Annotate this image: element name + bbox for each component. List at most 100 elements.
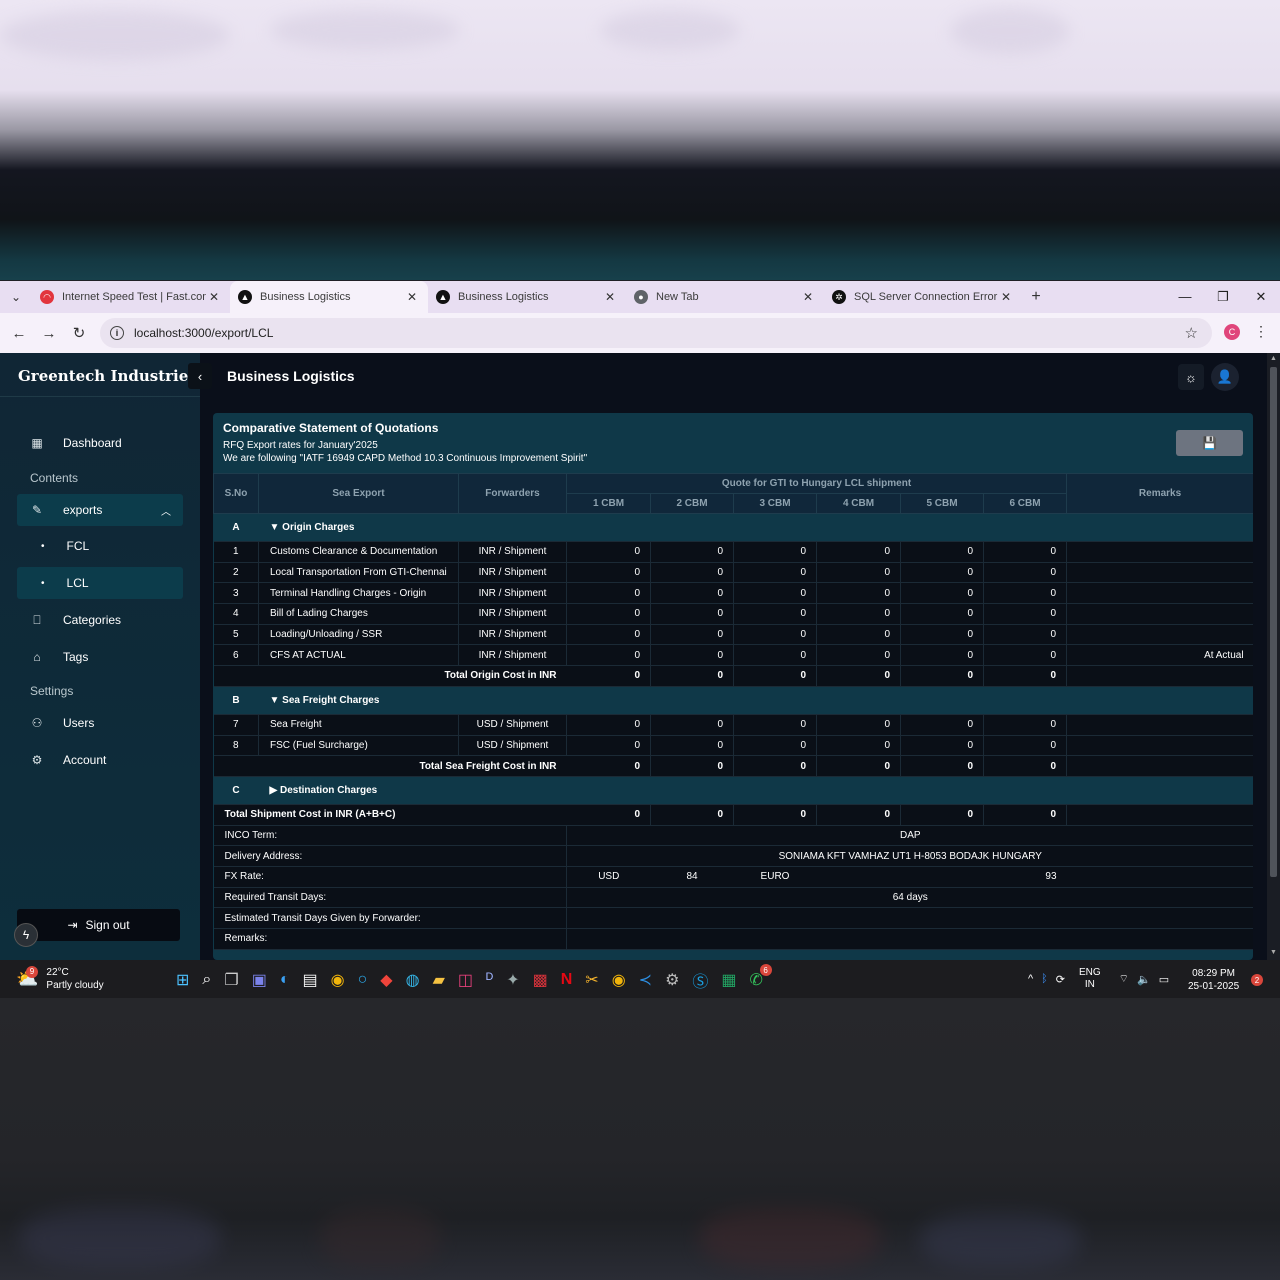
info-value xyxy=(566,928,1253,950)
sidebar-subitem-lcl[interactable]: • LCL xyxy=(17,567,183,599)
total-value: 0 xyxy=(566,755,651,777)
battery-icon[interactable]: ▭ xyxy=(1159,973,1169,986)
sidebar-subitem-fcl[interactable]: • FCL xyxy=(17,530,183,562)
volume-icon[interactable]: 🔈 xyxy=(1137,973,1151,986)
edge-icon[interactable]: ◍ xyxy=(406,970,420,990)
row-sno: 5 xyxy=(213,624,259,646)
triangle-icon: ▲ xyxy=(238,290,252,304)
gaming-icon[interactable]: ✦ xyxy=(506,970,519,990)
address-bar[interactable]: i localhost:3000/export/LCL ☆ xyxy=(100,318,1212,348)
bolt-icon[interactable]: ϟ xyxy=(14,923,38,947)
page-scrollbar[interactable]: ▲ ▼ xyxy=(1267,353,1280,960)
instagram-icon[interactable]: ◫ xyxy=(458,970,473,990)
row-value: 0 xyxy=(650,562,734,584)
sidebar-item-users[interactable]: ⚇ Users xyxy=(17,707,183,739)
row-value: 0 xyxy=(983,562,1068,584)
windows-start-icon[interactable]: ⊞ xyxy=(176,970,189,990)
browser-tab[interactable]: ✲ SQL Server Connection Error ✕ xyxy=(824,281,1022,313)
chrome-icon[interactable]: ◉ xyxy=(331,970,345,990)
bookmark-star-icon[interactable]: ☆ xyxy=(1185,324,1198,342)
bookmark-icon: ⎕ xyxy=(33,612,41,627)
row-value: 0 xyxy=(983,644,1068,667)
search-icon[interactable]: ⌕ xyxy=(202,971,211,989)
whatsapp-icon[interactable]: ✆ 6 xyxy=(750,964,772,990)
language-label[interactable]: ENG xyxy=(1079,967,1101,979)
tab-search-icon[interactable]: ⌄ xyxy=(0,281,32,313)
section-heading-contents: Contents xyxy=(30,471,79,485)
scroll-up-icon[interactable]: ▲ xyxy=(1270,355,1277,362)
edge-beta-icon[interactable]: ◐ xyxy=(280,971,290,989)
scrollbar-thumb[interactable] xyxy=(1270,367,1277,877)
close-icon[interactable]: ✕ xyxy=(998,290,1014,304)
section-letter: C xyxy=(213,776,259,805)
skype-icon[interactable]: Ⓢ xyxy=(692,968,708,992)
table-row: 8 FSC (Fuel Surcharge) USD / Shipment 0 0 0 0 0… xyxy=(213,735,1253,757)
tab-title: Business Logistics xyxy=(458,291,549,303)
weather-widget[interactable]: ⛅ 9 22°C Partly cloudy xyxy=(16,965,104,993)
section-title: ▼ Origin Charges xyxy=(258,513,1253,542)
sync-icon[interactable]: ⟳ xyxy=(1056,973,1065,986)
header-cbm: 4 CBM xyxy=(816,493,901,514)
settings-icon[interactable]: ⚙ xyxy=(665,970,679,990)
close-icon[interactable]: ✕ xyxy=(404,290,420,304)
back-icon[interactable]: ← xyxy=(4,325,34,342)
clock[interactable]: 08:29 PM 25-01-2025 xyxy=(1188,967,1239,993)
anydesk-icon[interactable]: ◆ xyxy=(380,970,392,990)
sidebar-item-label: Dashboard xyxy=(63,436,122,450)
minimize-icon[interactable]: — xyxy=(1166,281,1204,313)
info-value: 64 days xyxy=(566,887,1253,909)
vscode-icon[interactable]: ≺ xyxy=(639,970,652,990)
chat-icon[interactable]: ▣ xyxy=(252,970,267,990)
close-icon[interactable]: ✕ xyxy=(800,290,816,304)
table-row: 4 Bill of Lading Charges INR / Shipment 0 0 0… xyxy=(213,603,1253,625)
blurred-background-top xyxy=(0,0,1280,280)
region-label[interactable]: IN xyxy=(1079,979,1101,991)
maximize-icon[interactable]: ❐ xyxy=(1204,281,1242,313)
close-icon[interactable]: ✕ xyxy=(602,290,618,304)
section-row[interactable]: C ▶ Destination Charges xyxy=(213,776,1253,805)
browser-tab[interactable]: ▲ Business Logistics ✕ xyxy=(428,281,626,313)
chrome-profile-icon[interactable]: ◉ xyxy=(612,970,626,990)
scroll-down-icon[interactable]: ▼ xyxy=(1270,949,1277,956)
save-button[interactable]: 💾 xyxy=(1176,430,1243,456)
task-view-icon[interactable]: ❐ xyxy=(224,970,238,990)
close-icon[interactable]: ✕ xyxy=(206,290,222,304)
fast-icon: ◠ xyxy=(40,290,54,304)
file-explorer-icon[interactable]: ▰ xyxy=(433,970,445,990)
browser-tab[interactable]: ● New Tab ✕ xyxy=(626,281,824,313)
section-row[interactable]: A ▼ Origin Charges xyxy=(213,513,1253,542)
app-red-icon[interactable]: ▩ xyxy=(533,970,548,990)
clock-date: 25-01-2025 xyxy=(1188,981,1240,992)
url-text: localhost:3000/export/LCL xyxy=(134,326,274,340)
sidebar-item-categories[interactable]: ⎕ Categories xyxy=(17,604,183,636)
sidebar-item-tags[interactable]: ⌂ Tags xyxy=(17,641,183,673)
new-tab-button[interactable]: + xyxy=(1022,288,1050,306)
cortana-icon[interactable]: ○ xyxy=(358,971,368,989)
forward-icon[interactable]: → xyxy=(34,325,64,342)
snipping-icon[interactable]: ✂ xyxy=(585,970,598,990)
theme-toggle-button[interactable]: ☼ xyxy=(1178,364,1204,390)
notification-badge[interactable]: 2 xyxy=(1251,974,1263,986)
sidebar-item-account[interactable]: ⚙ Account xyxy=(17,744,183,776)
netflix-icon[interactable]: N xyxy=(561,971,573,989)
chevron-up-icon[interactable]: ^ xyxy=(1028,973,1033,985)
collapse-sidebar-button[interactable]: ‹ xyxy=(188,363,212,389)
close-window-icon[interactable]: ✕ xyxy=(1242,281,1280,313)
sidebar-item-exports[interactable]: ✎ exports ︿ xyxy=(17,494,183,526)
bluetooth-icon[interactable]: ᛒ xyxy=(1041,973,1048,985)
card-subtitle: RFQ Export rates for January'2025 xyxy=(223,440,378,451)
browser-tab[interactable]: ◠ Internet Speed Test | Fast.com ✕ xyxy=(32,281,230,313)
reload-icon[interactable]: ↻ xyxy=(64,324,94,342)
sidebar-item-dashboard[interactable]: ▦ Dashboard xyxy=(17,427,183,459)
profile-avatar[interactable]: C xyxy=(1224,324,1240,340)
site-info-icon[interactable]: i xyxy=(110,326,124,340)
wifi-icon[interactable]: ⌔ xyxy=(1119,972,1129,986)
store-icon[interactable]: ▤ xyxy=(303,970,318,990)
menu-kebab-icon[interactable]: ⋮ xyxy=(1254,323,1268,340)
browser-tab-active[interactable]: ▲ Business Logistics ✕ xyxy=(230,281,428,313)
user-menu-button[interactable]: 👤 xyxy=(1211,363,1239,391)
dh-icon[interactable]: ᴰ xyxy=(486,971,493,989)
section-row[interactable]: B ▼ Sea Freight Charges xyxy=(213,686,1253,715)
sign-out-button[interactable]: ⇥ Sign out xyxy=(17,909,180,941)
excel-icon[interactable]: ▦ xyxy=(721,970,736,990)
